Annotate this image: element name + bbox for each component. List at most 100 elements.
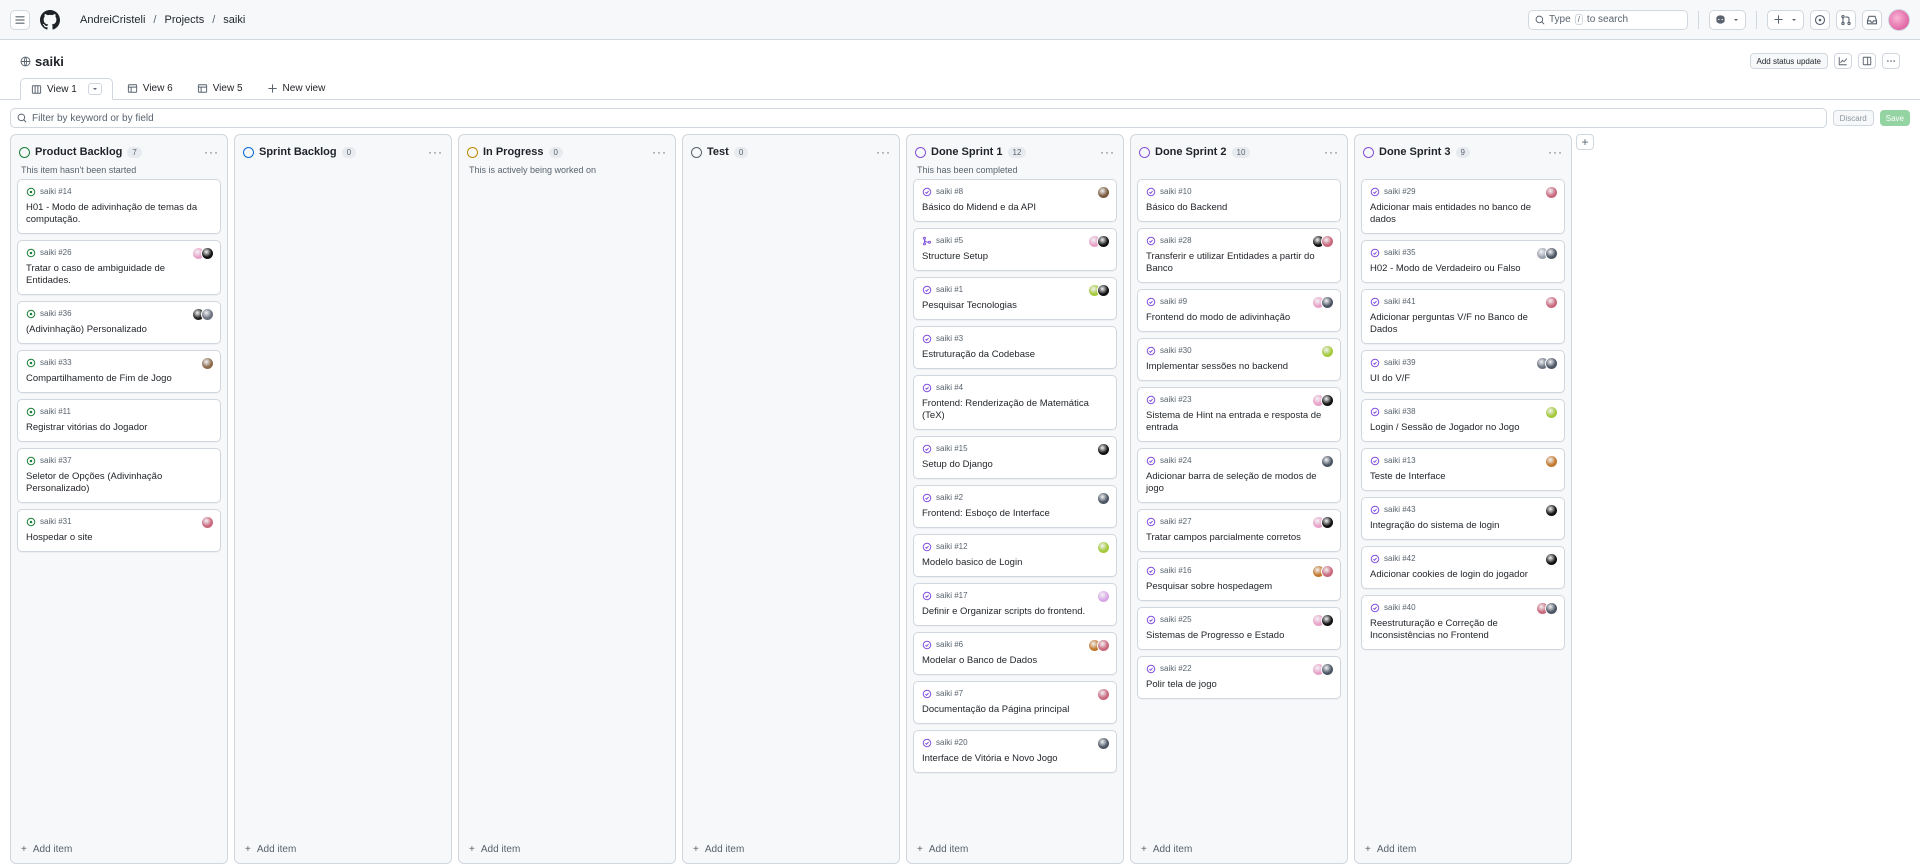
add-column-button[interactable]: +: [1576, 134, 1594, 150]
issue-card[interactable]: saiki #2 Frontend: Esboço de Interface: [913, 485, 1117, 528]
add-item-button[interactable]: + Add item: [469, 844, 520, 855]
issue-card[interactable]: saiki #40 Reestruturação e Correção de I…: [1361, 595, 1565, 650]
assignee-avatar[interactable]: [201, 247, 214, 260]
issue-title[interactable]: Definir e Organizar scripts do frontend.: [922, 606, 1108, 618]
issue-title[interactable]: Modelo basico de Login: [922, 557, 1108, 569]
issue-card[interactable]: saiki #37 Seletor de Opções (Adivinhação…: [17, 448, 221, 503]
assignee-avatar[interactable]: [1545, 504, 1558, 517]
menu-icon[interactable]: [10, 9, 30, 30]
assignee-avatar[interactable]: [1545, 296, 1558, 309]
issue-card[interactable]: saiki #7 Documentação da Página principa…: [913, 681, 1117, 724]
issue-card[interactable]: saiki #41 Adicionar perguntas V/F no Ban…: [1361, 289, 1565, 344]
assignee-avatar[interactable]: [1545, 357, 1558, 370]
issue-title[interactable]: Adicionar cookies de login do jogador: [1370, 569, 1556, 581]
add-item-button[interactable]: + Add item: [1141, 844, 1192, 855]
copilot-button[interactable]: [1709, 9, 1746, 30]
issue-card[interactable]: saiki #24 Adicionar barra de seleção de …: [1137, 448, 1341, 503]
column-menu-icon[interactable]: ···: [1324, 145, 1339, 159]
assignee-avatar[interactable]: [1097, 235, 1110, 248]
column-menu-icon[interactable]: ···: [652, 145, 667, 159]
issue-title[interactable]: Compartilhamento de Fim de Jogo: [26, 373, 212, 385]
column-menu-icon[interactable]: ···: [1100, 145, 1115, 159]
assignee-avatar[interactable]: [1097, 688, 1110, 701]
issue-card[interactable]: saiki #28 Transferir e utilizar Entidade…: [1137, 228, 1341, 283]
issue-card[interactable]: saiki #27 Tratar campos parcialmente cor…: [1137, 509, 1341, 552]
issue-title[interactable]: Polir tela de jogo: [1146, 679, 1332, 691]
issue-title[interactable]: Modelar o Banco de Dados: [922, 655, 1108, 667]
add-item-button[interactable]: + Add item: [1365, 844, 1416, 855]
assignee-avatar[interactable]: [1321, 345, 1334, 358]
issue-card[interactable]: saiki #39 UI do V/F: [1361, 350, 1565, 393]
issue-card[interactable]: saiki #15 Setup do Django: [913, 436, 1117, 479]
add-status-update-button[interactable]: Add status update: [1749, 53, 1828, 69]
issue-title[interactable]: Frontend: Esboço de Interface: [922, 508, 1108, 520]
issue-card[interactable]: saiki #23 Sistema de Hint na entrada e r…: [1137, 387, 1341, 442]
new-view-button[interactable]: New view: [257, 77, 336, 99]
issue-title[interactable]: Adicionar perguntas V/F no Banco de Dado…: [1370, 312, 1556, 336]
issue-title[interactable]: Adicionar barra de seleção de modos de j…: [1146, 471, 1332, 495]
column-menu-icon[interactable]: ···: [876, 145, 891, 159]
assignee-avatar[interactable]: [1545, 247, 1558, 260]
issue-title[interactable]: Implementar sessões no backend: [1146, 361, 1332, 373]
tab-view-5[interactable]: View 5: [187, 77, 253, 99]
assignee-avatar[interactable]: [1545, 553, 1558, 566]
issue-card[interactable]: saiki #16 Pesquisar sobre hospedagem: [1137, 558, 1341, 601]
assignee-avatar[interactable]: [1545, 602, 1558, 615]
breadcrumb-project[interactable]: saiki: [219, 12, 249, 28]
issue-card[interactable]: saiki #43 Integração do sistema de login: [1361, 497, 1565, 540]
issue-title[interactable]: Structure Setup: [922, 251, 1108, 263]
issues-icon[interactable]: [1810, 9, 1830, 30]
assignee-avatar[interactable]: [1321, 455, 1334, 468]
assignee-avatar[interactable]: [1545, 186, 1558, 199]
assignee-avatar[interactable]: [1097, 639, 1110, 652]
assignee-avatar[interactable]: [1097, 590, 1110, 603]
issue-card[interactable]: saiki #20 Interface de Vitória e Novo Jo…: [913, 730, 1117, 773]
issue-title[interactable]: H02 - Modo de Verdadeiro ou Falso: [1370, 263, 1556, 275]
issue-title[interactable]: Interface de Vitória e Novo Jogo: [922, 753, 1108, 765]
add-item-button[interactable]: + Add item: [245, 844, 296, 855]
issue-title[interactable]: Frontend: Renderização de Matemática (Te…: [922, 398, 1108, 422]
column-menu-icon[interactable]: ···: [1548, 145, 1563, 159]
save-button[interactable]: Save: [1879, 110, 1910, 126]
tab-view-1[interactable]: View 1: [20, 78, 113, 100]
search-input[interactable]: Type / to search: [1528, 9, 1688, 30]
issue-card[interactable]: saiki #29 Adicionar mais entidades no ba…: [1361, 179, 1565, 234]
issue-title[interactable]: Estruturação da Codebase: [922, 349, 1108, 361]
issue-title[interactable]: Seletor de Opções (Adivinhação Personali…: [26, 471, 212, 495]
side-panel-button[interactable]: [1858, 53, 1876, 69]
issue-title[interactable]: Pesquisar sobre hospedagem: [1146, 581, 1332, 593]
issue-card[interactable]: saiki #38 Login / Sessão de Jogador no J…: [1361, 399, 1565, 442]
assignee-avatar[interactable]: [1321, 565, 1334, 578]
filter-input[interactable]: Filter by keyword or by field: [10, 108, 1827, 128]
assignee-avatar[interactable]: [1321, 296, 1334, 309]
breadcrumb-user[interactable]: AndreiCristeli: [76, 12, 149, 28]
issue-card[interactable]: saiki #14 H01 - Modo de adivinhação de t…: [17, 179, 221, 234]
issue-title[interactable]: Login / Sessão de Jogador no Jogo: [1370, 422, 1556, 434]
insights-button[interactable]: [1834, 53, 1852, 69]
issue-title[interactable]: Hospedar o site: [26, 532, 212, 544]
issue-title[interactable]: Pesquisar Tecnologias: [922, 300, 1108, 312]
issue-title[interactable]: Documentação da Página principal: [922, 704, 1108, 716]
issue-title[interactable]: Tratar o caso de ambiguidade de Entidade…: [26, 263, 212, 287]
issue-card[interactable]: saiki #12 Modelo basico de Login: [913, 534, 1117, 577]
issue-card[interactable]: saiki #8 Básico do Midend e da API: [913, 179, 1117, 222]
issue-card[interactable]: saiki #1 Pesquisar Tecnologias: [913, 277, 1117, 320]
discard-button[interactable]: Discard: [1832, 110, 1874, 126]
issue-title[interactable]: Reestruturação e Correção de Inconsistên…: [1370, 618, 1556, 642]
pull-requests-icon[interactable]: [1836, 9, 1856, 30]
issue-title[interactable]: Sistema de Hint na entrada e resposta de…: [1146, 410, 1332, 434]
assignee-avatar[interactable]: [201, 308, 214, 321]
issue-title[interactable]: Registrar vitórias do Jogador: [26, 422, 212, 434]
issue-card[interactable]: saiki #3 Estruturação da Codebase: [913, 326, 1117, 369]
issue-card[interactable]: saiki #6 Modelar o Banco de Dados: [913, 632, 1117, 675]
column-menu-icon[interactable]: ···: [204, 145, 219, 159]
assignee-avatar[interactable]: [1097, 541, 1110, 554]
tab-view-6[interactable]: View 6: [117, 77, 183, 99]
issue-card[interactable]: saiki #25 Sistemas de Progresso e Estado: [1137, 607, 1341, 650]
issue-card[interactable]: saiki #30 Implementar sessões no backend: [1137, 338, 1341, 381]
issue-title[interactable]: Teste de Interface: [1370, 471, 1556, 483]
issue-title[interactable]: Básico do Backend: [1146, 202, 1332, 214]
breadcrumb-projects[interactable]: Projects: [160, 12, 208, 28]
issue-card[interactable]: saiki #26 Tratar o caso de ambiguidade d…: [17, 240, 221, 295]
issue-title[interactable]: Setup do Django: [922, 459, 1108, 471]
